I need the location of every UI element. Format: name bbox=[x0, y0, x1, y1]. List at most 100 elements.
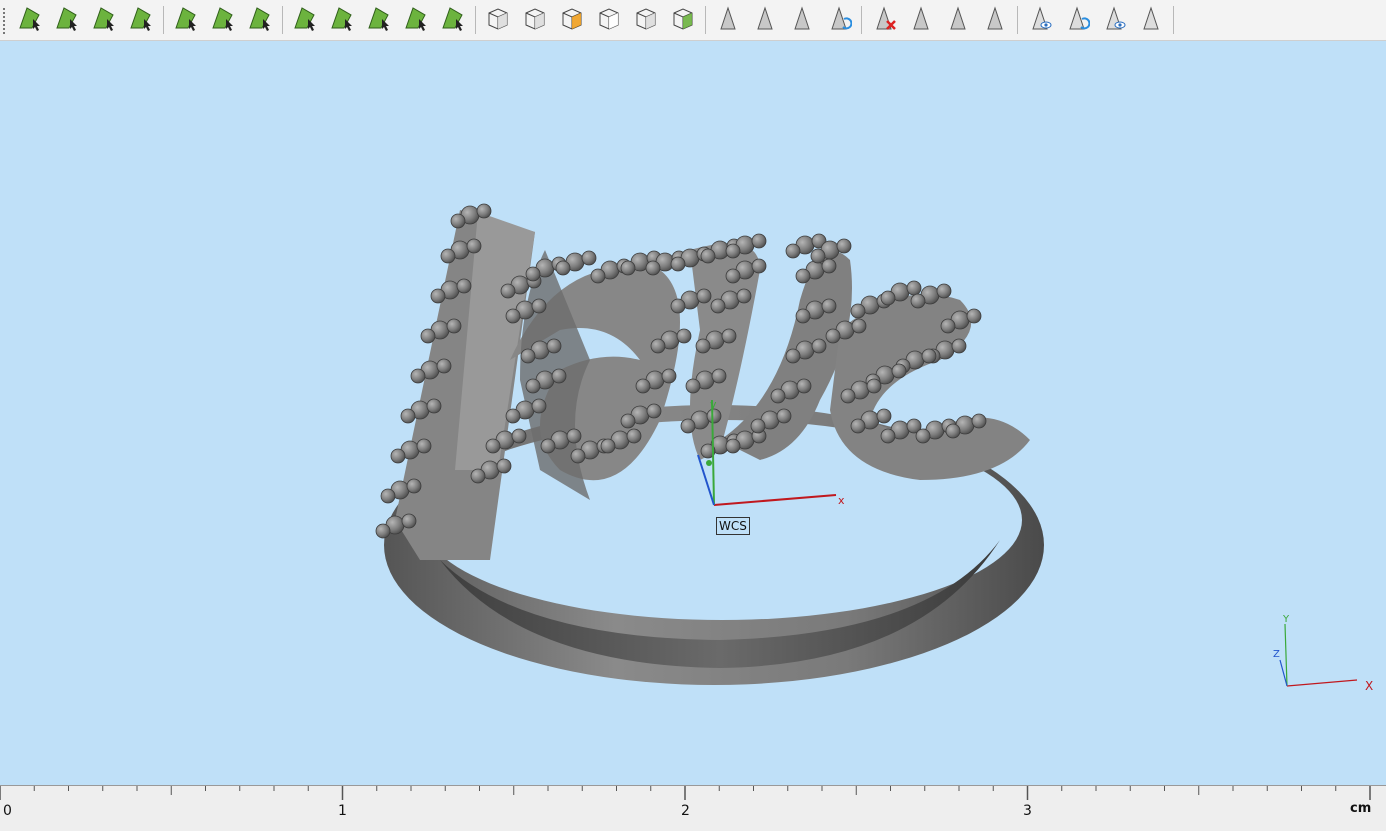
pave-gem bbox=[620, 260, 636, 276]
box-object-button[interactable] bbox=[481, 3, 514, 37]
pave-gem bbox=[951, 338, 967, 354]
delete-point-button[interactable] bbox=[867, 3, 900, 37]
point-move-icon bbox=[789, 5, 815, 35]
box-group-button[interactable] bbox=[666, 3, 699, 37]
pave-gem bbox=[851, 318, 867, 334]
plane-select-button[interactable] bbox=[169, 3, 202, 37]
pipe-select-button[interactable] bbox=[206, 3, 239, 37]
box-colored-button[interactable] bbox=[555, 3, 588, 37]
pave-gem bbox=[836, 238, 852, 254]
pave-gem bbox=[751, 233, 767, 249]
toolbar-grip[interactable] bbox=[3, 8, 5, 34]
visibility-sync-button[interactable] bbox=[1060, 3, 1093, 37]
pave-gem bbox=[850, 303, 866, 319]
pave-gem bbox=[420, 328, 436, 344]
box-hidden-button[interactable] bbox=[592, 3, 625, 37]
corner-axis-x-label: X bbox=[1365, 679, 1374, 693]
point-edit-icon bbox=[752, 5, 778, 35]
viewport-canvas[interactable] bbox=[0, 41, 1386, 785]
show-point-button[interactable] bbox=[1023, 3, 1056, 37]
box-component-icon bbox=[633, 5, 659, 35]
pave-gem bbox=[700, 248, 716, 264]
measure-ruler: 0 1 2 3 cm bbox=[0, 785, 1386, 831]
pave-gem bbox=[725, 438, 741, 454]
pave-gem bbox=[520, 348, 536, 364]
ruler-label-3: 3 bbox=[1023, 803, 1032, 819]
pave-gem bbox=[696, 288, 712, 304]
pave-gem bbox=[906, 280, 922, 296]
point-sync-button[interactable] bbox=[822, 3, 855, 37]
pave-gem bbox=[500, 283, 516, 299]
wheel-pick-button[interactable] bbox=[399, 3, 432, 37]
point-move-button[interactable] bbox=[785, 3, 818, 37]
select-sphere-icon bbox=[128, 5, 154, 35]
select-edge-button[interactable] bbox=[87, 3, 120, 37]
box-component-button[interactable] bbox=[629, 3, 662, 37]
pave-gem bbox=[626, 428, 642, 444]
box-select-button[interactable] bbox=[518, 3, 551, 37]
pave-gem bbox=[511, 428, 527, 444]
pave-gem bbox=[751, 258, 767, 274]
pave-gem bbox=[440, 248, 456, 264]
pave-gem bbox=[770, 388, 786, 404]
view-point-icon bbox=[1101, 5, 1127, 35]
point-copy-button[interactable] bbox=[941, 3, 974, 37]
pave-gem bbox=[375, 523, 391, 539]
pipe-select-icon bbox=[210, 5, 236, 35]
select-sphere-button[interactable] bbox=[124, 3, 157, 37]
toolbar-separator bbox=[282, 6, 283, 34]
pave-gem bbox=[456, 278, 472, 294]
ray-pick-button[interactable] bbox=[436, 3, 469, 37]
wcs-label: WCS bbox=[716, 517, 750, 535]
pave-gem bbox=[710, 298, 726, 314]
visibility-sync-icon bbox=[1064, 5, 1090, 35]
pave-gem bbox=[685, 378, 701, 394]
pave-gem bbox=[546, 338, 562, 354]
select-surface-button[interactable] bbox=[50, 3, 83, 37]
pave-gem bbox=[811, 338, 827, 354]
point-cloud-button[interactable] bbox=[711, 3, 744, 37]
pave-gem bbox=[661, 368, 677, 384]
toolbar-separator bbox=[1173, 6, 1174, 34]
curve-pick-button[interactable] bbox=[243, 3, 276, 37]
pave-gem bbox=[821, 258, 837, 274]
view-point-button[interactable] bbox=[1097, 3, 1130, 37]
hidden-plane-button[interactable] bbox=[1134, 3, 1167, 37]
point-split-button[interactable] bbox=[904, 3, 937, 37]
node-pick-icon bbox=[329, 5, 355, 35]
select-curve-icon bbox=[17, 5, 43, 35]
select-curve-button[interactable] bbox=[13, 3, 46, 37]
pave-gem bbox=[945, 423, 961, 439]
pave-gem bbox=[821, 298, 837, 314]
pave-gem bbox=[680, 418, 696, 434]
select-surface-icon bbox=[54, 5, 80, 35]
grid-surface-button[interactable] bbox=[288, 3, 321, 37]
toolbar-separator bbox=[861, 6, 862, 34]
pave-gem bbox=[410, 368, 426, 384]
pave-gem bbox=[600, 438, 616, 454]
pave-gem bbox=[466, 238, 482, 254]
3d-viewport[interactable] bbox=[0, 41, 1386, 785]
pave-gem bbox=[525, 266, 541, 282]
pave-gem bbox=[880, 428, 896, 444]
pave-gem bbox=[876, 408, 892, 424]
pave-gem bbox=[676, 328, 692, 344]
toolbar-separator bbox=[705, 6, 706, 34]
point-edit-button[interactable] bbox=[748, 3, 781, 37]
node-pick-button[interactable] bbox=[325, 3, 358, 37]
pave-gem bbox=[390, 448, 406, 464]
pave-gem bbox=[971, 413, 987, 429]
pave-gem bbox=[921, 348, 937, 364]
pave-gem bbox=[436, 358, 452, 374]
pave-gem bbox=[400, 408, 416, 424]
pave-gem bbox=[646, 403, 662, 419]
pave-gem bbox=[880, 290, 896, 306]
pave-gem bbox=[810, 248, 826, 264]
pave-gem bbox=[776, 408, 792, 424]
pave-gem bbox=[721, 328, 737, 344]
point-cloud-icon bbox=[715, 5, 741, 35]
star-pick-button[interactable] bbox=[362, 3, 395, 37]
ray-pick-icon bbox=[440, 5, 466, 35]
point-flat-button[interactable] bbox=[978, 3, 1011, 37]
point-copy-icon bbox=[945, 5, 971, 35]
